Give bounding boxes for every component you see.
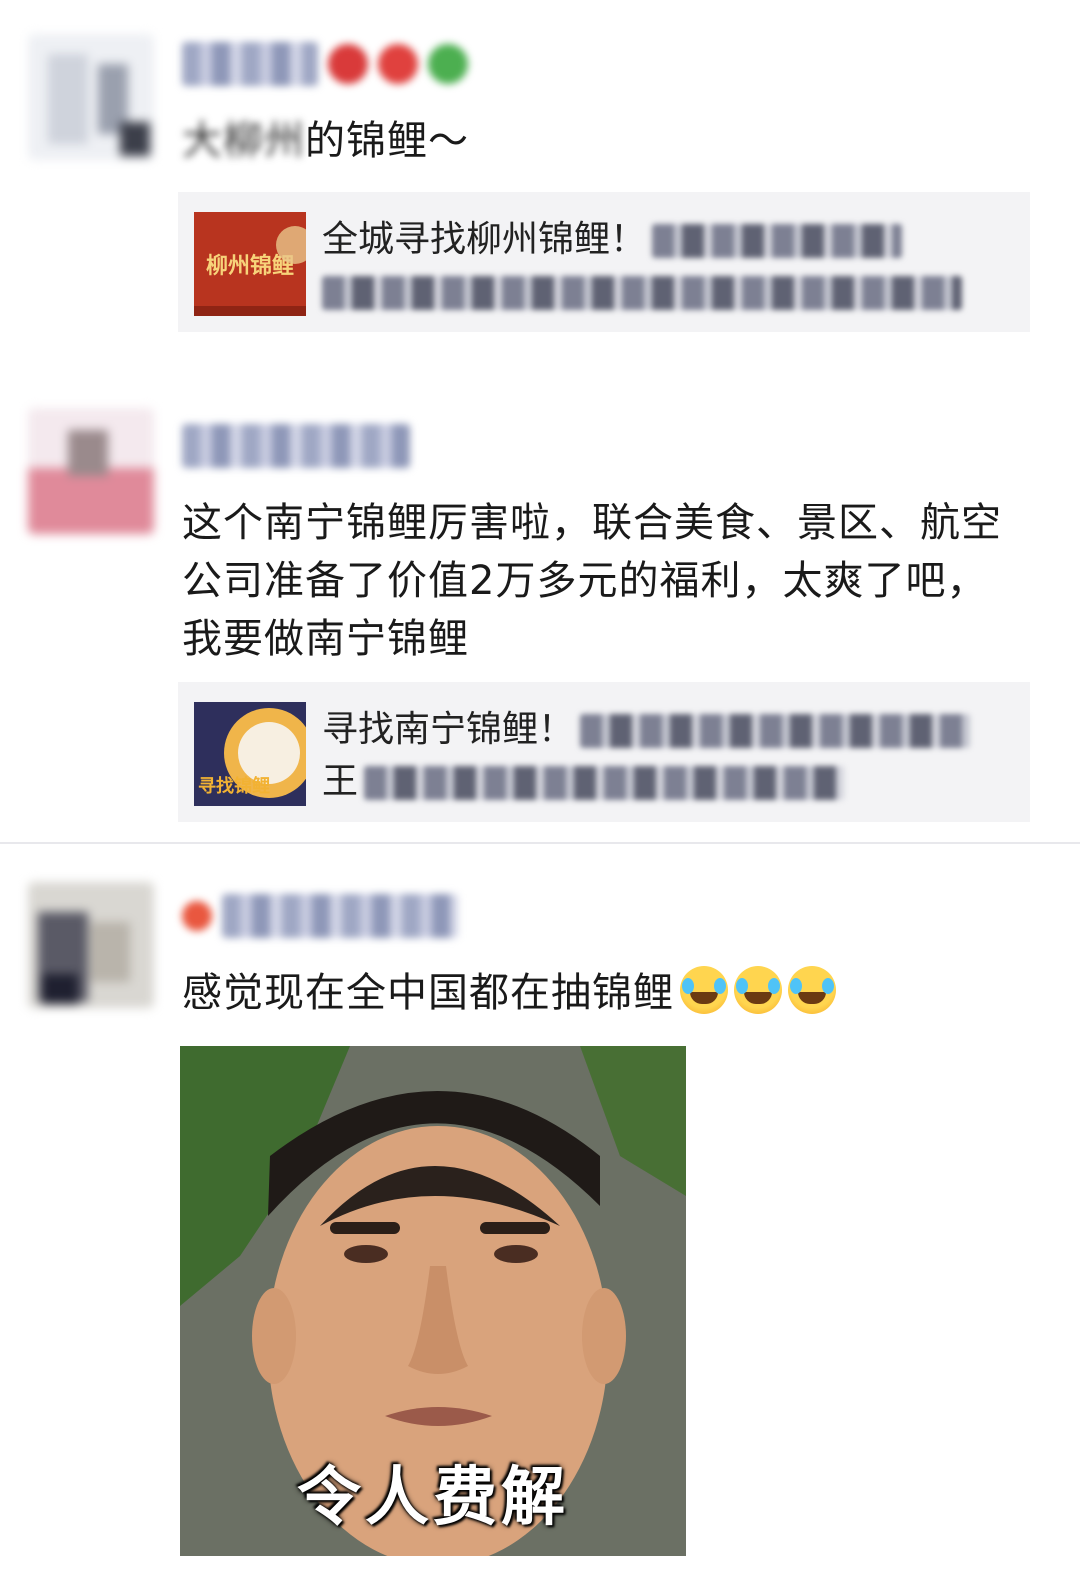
- nickname-text-blurred: [222, 894, 458, 938]
- clover-icon: [428, 44, 468, 84]
- blurred-text: [322, 276, 962, 310]
- meme-image[interactable]: 令人费解: [180, 1046, 686, 1556]
- link-thumbnail: 柳州锦鲤: [194, 212, 306, 316]
- avatar[interactable]: [28, 34, 154, 160]
- comment-prefix-blurred: 大柳州: [182, 118, 305, 164]
- face-with-tears-of-joy-icon: [788, 966, 836, 1014]
- comment-text: 大柳州的锦鲤～: [182, 118, 469, 164]
- avatar[interactable]: [28, 882, 154, 1008]
- nickname-text-blurred: [182, 42, 318, 86]
- avatar[interactable]: [28, 408, 154, 534]
- link-thumbnail: 寻找锦鲤: [194, 702, 306, 806]
- link-title: 全城寻找柳州锦鲤！: [322, 214, 1012, 318]
- blurred-text: [580, 714, 971, 748]
- face-with-tears-of-joy-icon: [734, 966, 782, 1014]
- cherry-icon: [328, 44, 368, 84]
- emoji-icon: [182, 901, 212, 931]
- nickname-text-blurred: [182, 424, 410, 468]
- comment-post: 大柳州的锦鲤～ 柳州锦鲤 全城寻找柳州锦鲤！: [0, 0, 1080, 350]
- nickname[interactable]: [182, 420, 410, 472]
- comment-text: 这个南宁锦鲤厉害啦，联合美食、景区、航空公司准备了价值2万多元的福利，太爽了吧，…: [182, 500, 1002, 662]
- comment-post: 这个南宁锦鲤厉害啦，联合美食、景区、航空公司准备了价值2万多元的福利，太爽了吧，…: [0, 350, 1080, 840]
- blurred-text: [652, 224, 903, 258]
- divider: [0, 842, 1080, 844]
- shared-link-card[interactable]: 柳州锦鲤 全城寻找柳州锦鲤！: [178, 192, 1030, 332]
- thumbnail-text: 寻找锦鲤: [198, 776, 270, 797]
- meme-caption: 令人费解: [297, 1461, 569, 1535]
- nickname[interactable]: [182, 38, 468, 90]
- shared-link-card[interactable]: 寻找锦鲤 寻找南宁锦鲤！ 王: [178, 682, 1030, 822]
- cherry-icon: [378, 44, 418, 84]
- nickname[interactable]: [182, 890, 458, 942]
- link-title: 寻找南宁锦鲤！ 王: [322, 704, 1012, 808]
- blurred-text: [364, 766, 845, 800]
- comment-text: 感觉现在全中国都在抽锦鲤: [182, 964, 1022, 1022]
- face-with-tears-of-joy-icon: [680, 966, 728, 1014]
